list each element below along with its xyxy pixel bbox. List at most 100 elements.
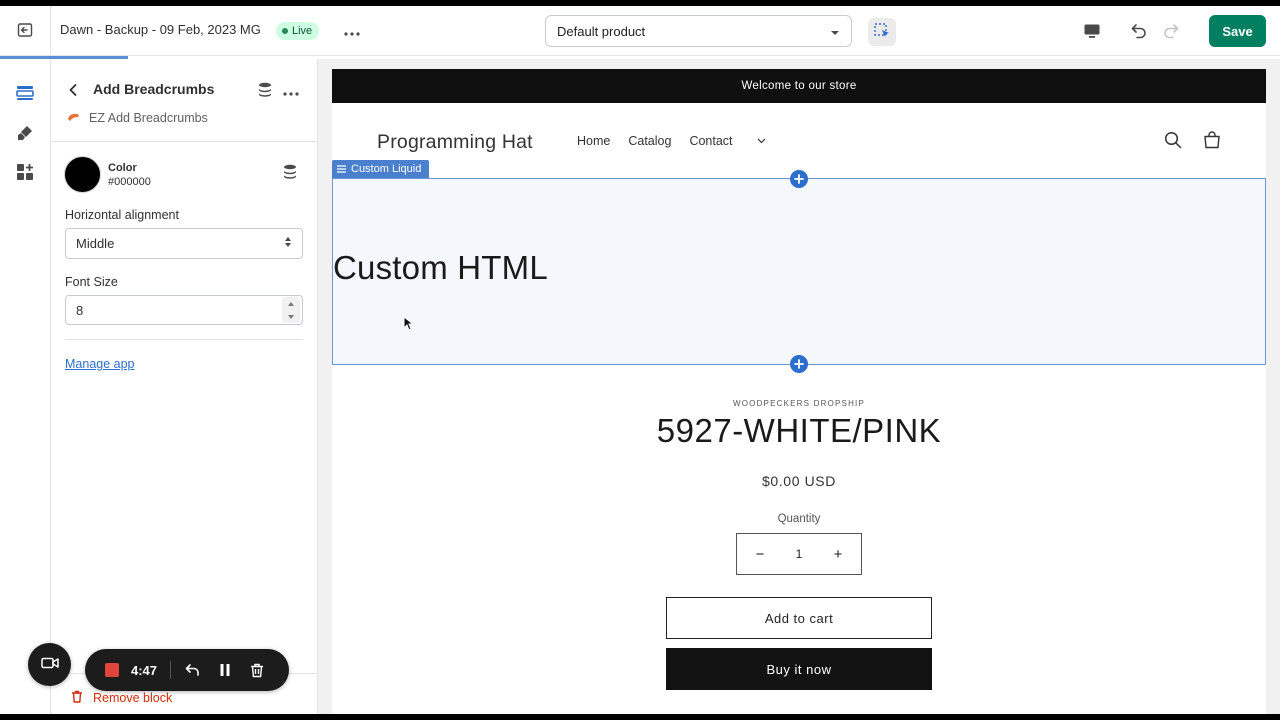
rail-item-theme-settings[interactable] — [12, 121, 38, 147]
plus-icon — [794, 174, 804, 184]
undo-button[interactable] — [1126, 18, 1152, 46]
alignment-select[interactable]: Middle — [65, 228, 303, 259]
recorder-controls: 4:47 — [85, 649, 289, 691]
back-arrow-icon — [68, 83, 78, 100]
trash-icon — [251, 663, 264, 677]
quantity-stepper[interactable]: − 1 + — [736, 533, 862, 575]
product-vendor: WOODPECKERS DROPSHIP — [732, 399, 865, 408]
more-horizontal-icon — [344, 24, 360, 39]
desktop-preview-button[interactable] — [1078, 18, 1106, 46]
database-stack-icon — [283, 164, 297, 182]
nav-item-home[interactable]: Home — [577, 134, 610, 148]
add-section-above-button[interactable] — [790, 170, 808, 188]
custom-liquid-section[interactable]: Custom HTML — [332, 178, 1266, 365]
quantity-value[interactable]: 1 — [796, 547, 803, 561]
font-size-label: Font Size — [65, 275, 118, 289]
rewind-button[interactable] — [183, 660, 203, 680]
app-name: EZ Add Breadcrumbs — [89, 111, 208, 125]
theme-actions-button[interactable] — [340, 20, 364, 42]
delete-recording-button[interactable] — [247, 660, 267, 680]
custom-html-text: Custom HTML — [333, 249, 548, 286]
quantity-minus-button[interactable]: − — [753, 546, 767, 563]
inspector-icon — [873, 22, 891, 43]
icon-rail — [0, 59, 51, 714]
desktop-icon — [1083, 23, 1101, 42]
cart-icon — [1203, 130, 1221, 152]
rail-item-sections[interactable] — [12, 81, 38, 107]
main-nav: Home Catalog Contact — [577, 134, 784, 148]
alignment-label: Horizontal alignment — [65, 208, 179, 222]
exit-button[interactable] — [0, 6, 51, 56]
stepper-up-icon[interactable] — [288, 301, 294, 306]
back-button[interactable] — [63, 81, 83, 101]
top-bar: Dawn - Backup - 09 Feb, 2023 MG Live Def… — [0, 6, 1280, 56]
theme-name: Dawn - Backup - 09 Feb, 2023 MG — [60, 22, 261, 37]
nav-item-contact[interactable]: Contact — [689, 134, 765, 148]
sections-icon — [16, 85, 34, 104]
app-frame: Dawn - Backup - 09 Feb, 2023 MG Live Def… — [0, 6, 1280, 714]
remove-block-button[interactable]: Remove block — [71, 690, 172, 706]
font-size-input[interactable]: 8 — [65, 295, 303, 325]
cart-button[interactable] — [1201, 130, 1223, 152]
live-badge: Live — [276, 22, 320, 40]
product-price: $0.00 USD — [762, 473, 836, 489]
section-tag[interactable]: Custom Liquid — [332, 160, 430, 178]
recorder-camera-button[interactable] — [28, 643, 71, 686]
redo-button[interactable] — [1158, 18, 1184, 46]
product-title: 5927-WHITE/PINK — [656, 412, 942, 449]
settings-sidebar: Add Breadcrumbs EZ Add Breadcrumbs Color… — [51, 59, 318, 714]
add-section-below-button[interactable] — [790, 355, 808, 373]
storefront-preview: Welcome to our store Programming Hat Hom… — [332, 69, 1266, 714]
store-logo[interactable]: Programming Hat — [377, 131, 533, 154]
block-title: Add Breadcrumbs — [93, 81, 215, 97]
cursor-icon — [403, 315, 415, 334]
color-swatch[interactable] — [64, 156, 101, 193]
color-label: Color — [108, 162, 137, 174]
inspector-button[interactable] — [868, 18, 896, 46]
section-handle-icon — [337, 165, 346, 173]
buy-now-button[interactable]: Buy it now — [666, 648, 932, 690]
undo-icon — [1130, 22, 1148, 43]
color-value: #000000 — [108, 176, 151, 188]
recording-time: 4:47 — [131, 662, 158, 678]
divider — [170, 661, 172, 679]
manage-app-link[interactable]: Manage app — [65, 357, 135, 371]
nav-item-catalog[interactable]: Catalog — [628, 134, 671, 148]
rewind-icon — [185, 664, 199, 676]
remove-block-label: Remove block — [93, 691, 173, 705]
app-source: EZ Add Breadcrumbs — [67, 111, 208, 125]
rail-item-apps[interactable] — [12, 160, 38, 186]
color-dynamic-source-button[interactable] — [280, 163, 300, 183]
redo-icon — [1162, 22, 1180, 43]
chevron-down-icon — [830, 24, 840, 39]
font-size-stepper[interactable] — [282, 297, 300, 323]
block-more-button[interactable] — [280, 81, 302, 101]
stop-icon[interactable] — [105, 663, 119, 677]
pause-icon — [220, 664, 230, 676]
pause-button[interactable] — [215, 660, 235, 680]
apps-icon — [16, 163, 34, 184]
more-horizontal-icon — [283, 84, 299, 99]
live-label: Live — [292, 25, 313, 37]
template-select[interactable]: Default product — [545, 15, 852, 47]
plus-icon — [794, 359, 804, 369]
chevron-down-icon — [757, 138, 765, 144]
app-logo-icon — [67, 111, 80, 125]
announcement-bar: Welcome to our store — [332, 69, 1266, 103]
alignment-value: Middle — [76, 236, 115, 251]
quantity-plus-button[interactable]: + — [831, 546, 845, 563]
nav-item-contact-label: Contact — [689, 134, 733, 148]
divider — [51, 141, 318, 142]
exit-icon — [17, 22, 33, 41]
stepper-down-icon[interactable] — [288, 314, 294, 319]
dynamic-source-button[interactable] — [255, 81, 275, 101]
database-stack-icon — [258, 82, 272, 100]
live-dot — [282, 28, 288, 34]
save-button[interactable]: Save — [1209, 15, 1266, 47]
preview-canvas: Welcome to our store Programming Hat Hom… — [318, 59, 1280, 714]
trash-icon — [71, 690, 83, 706]
add-to-cart-button[interactable]: Add to cart — [666, 597, 932, 639]
select-arrows-icon — [284, 236, 292, 251]
search-button[interactable] — [1162, 130, 1184, 152]
template-select-value: Default product — [557, 23, 646, 39]
